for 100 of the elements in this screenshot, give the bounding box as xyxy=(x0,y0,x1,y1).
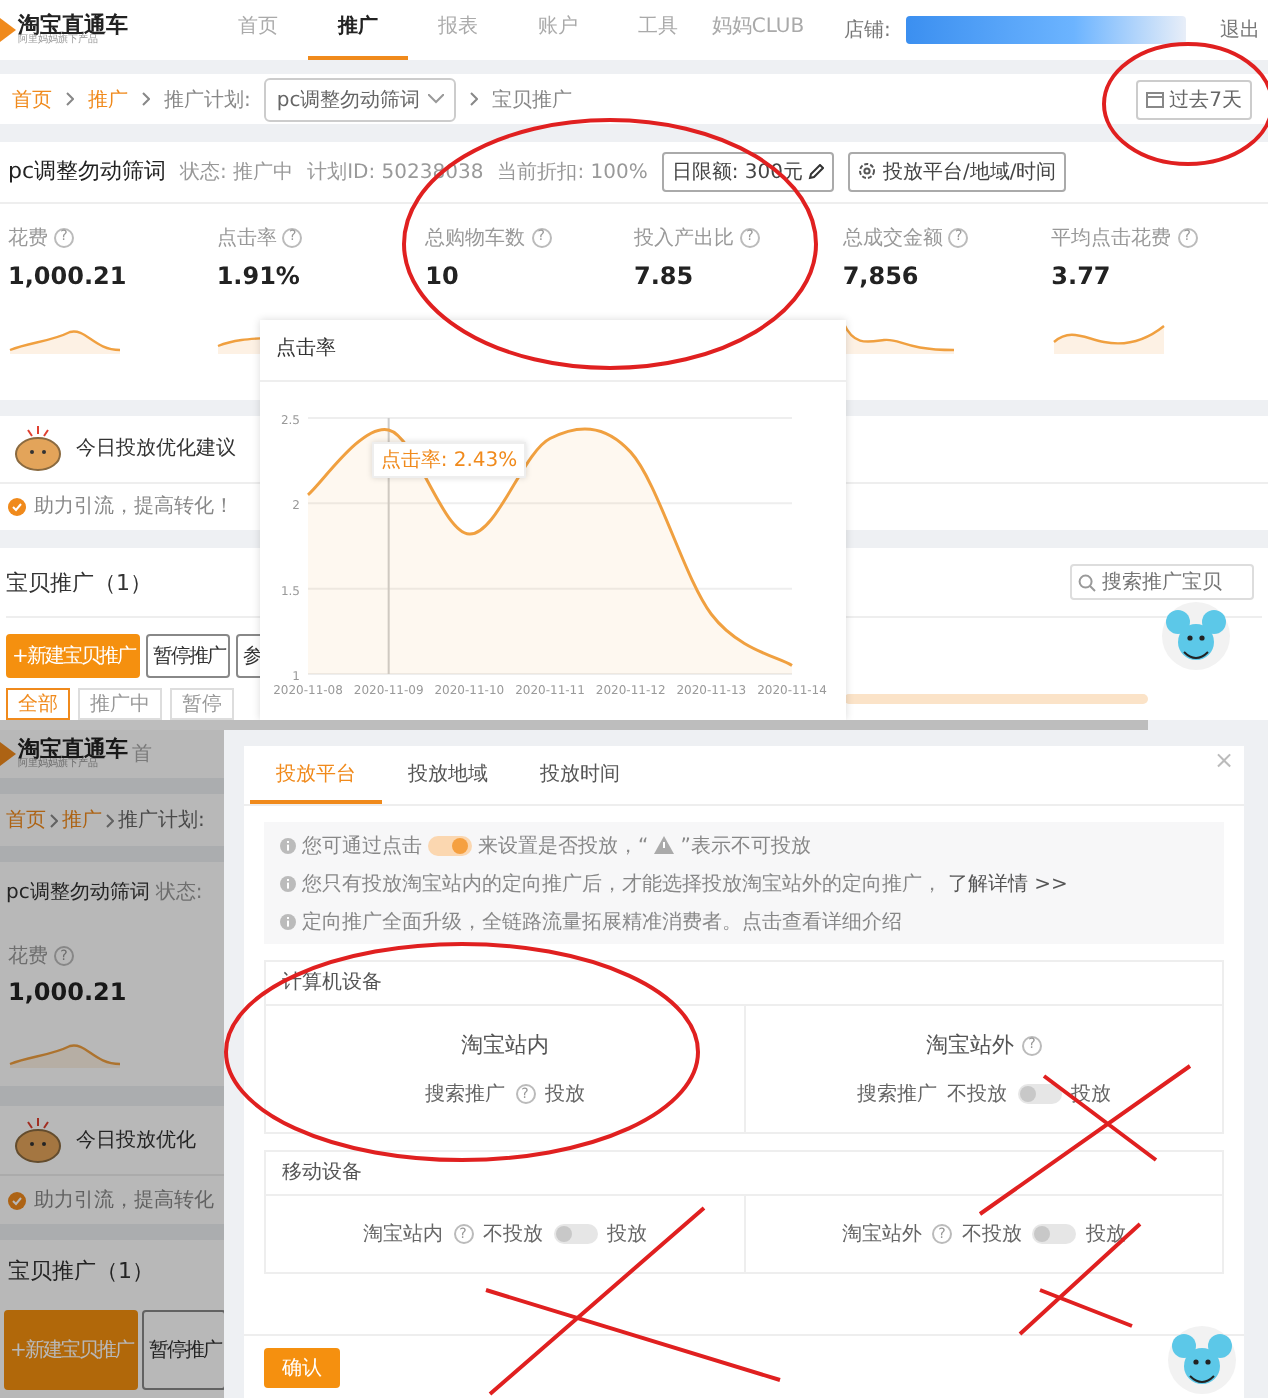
metric-label: 投入产出比 xyxy=(634,225,734,252)
mascot-icon xyxy=(12,422,64,475)
section-title: 宝贝推广（1） xyxy=(8,1258,154,1284)
metric-label: 花费 xyxy=(8,225,48,252)
filter-tab[interactable]: 推广中 xyxy=(78,688,162,720)
confirm-button[interactable]: 确认 xyxy=(264,1348,340,1388)
advice-text: 今日投放优化建议 xyxy=(76,435,236,463)
advice-text: 今日投放优化 xyxy=(76,1127,196,1154)
date-range-button[interactable]: 过去7天 xyxy=(1135,79,1252,120)
chevron-icon xyxy=(470,92,479,107)
account-label: 店铺: xyxy=(844,17,891,44)
chevron-icon xyxy=(66,92,74,107)
breadcrumb-label: 推广计划: xyxy=(164,87,251,114)
nav-tab[interactable]: 妈妈CLUB xyxy=(708,0,808,60)
sparkline-drawing xyxy=(1051,319,1166,356)
plan-info: 当前折扣: 100% xyxy=(497,159,648,186)
filter-tab[interactable]: 暂停 xyxy=(170,688,234,720)
toggle-switch[interactable] xyxy=(1032,1224,1076,1244)
toggle-switch[interactable] xyxy=(553,1224,597,1244)
on-label: 投放 xyxy=(607,1221,647,1248)
mouse-mascot-icon[interactable] xyxy=(1160,600,1232,672)
info-icon xyxy=(280,837,296,853)
breadcrumb-current: 宝贝推广 xyxy=(492,87,573,114)
option-label: 搜索推广 xyxy=(425,1081,505,1108)
off-label: 不投放 xyxy=(947,1081,1007,1108)
plan-title: pc调整勿动筛词 xyxy=(8,156,167,187)
option-label: 淘宝站内 xyxy=(363,1221,443,1248)
dialog-tab[interactable]: 投放地域 xyxy=(382,746,514,804)
chevron-icon xyxy=(142,92,150,107)
dialog-tab[interactable]: 投放平台 xyxy=(250,746,382,804)
notice-text: 助力引流，提高转化！ xyxy=(34,493,234,521)
metric-label: 总购物车数 xyxy=(425,225,526,252)
mouse-mascot-icon[interactable] xyxy=(1166,1324,1238,1396)
info-text: 您可通过点击 xyxy=(302,833,422,859)
action-button[interactable]: 暂停推广 xyxy=(146,634,231,678)
nav-tab[interactable]: 工具 xyxy=(608,0,708,60)
mascot-icon xyxy=(12,1114,64,1166)
chevron-icon xyxy=(50,813,58,827)
off-label: 不投放 xyxy=(962,1221,1022,1248)
plan-info: 状态: xyxy=(155,879,203,906)
caret-icon xyxy=(428,94,445,105)
metric-value: 3.77 xyxy=(1051,261,1113,290)
channel-title: 淘宝站内 xyxy=(461,1030,549,1060)
info-text: 您只有投放淘宝站内的定向推广后，才能选择投放淘宝站外的定向推广， xyxy=(302,871,942,897)
metric-label: 总成交金额 xyxy=(842,225,943,252)
chart-tooltip: 点击率: 2.43% xyxy=(372,441,526,478)
metric-value: 1,000.21 xyxy=(8,261,129,290)
toggle-switch[interactable] xyxy=(428,835,472,855)
info-text: 定向推广全面升级，全链路流量拓展精准消费者。点击查看详细介绍 xyxy=(302,909,902,935)
nav-tab[interactable]: 报表 xyxy=(408,0,508,60)
plan-title: pc调整勿动筛词 xyxy=(6,880,150,906)
scroll-bar[interactable] xyxy=(844,694,1148,704)
option-label: 淘宝站外 xyxy=(842,1221,922,1248)
gear-icon xyxy=(858,162,877,181)
logo-name[interactable]: 淘宝直通车 xyxy=(18,13,128,37)
metric-label: 点击率 xyxy=(216,225,277,252)
calendar-icon xyxy=(1145,90,1164,109)
plan-info: 状态: 推广中 xyxy=(180,159,294,186)
logo-name: 淘宝直通车 xyxy=(18,737,128,761)
notice-text: 助力引流，提高转化 xyxy=(34,1187,214,1214)
info-icon xyxy=(280,875,296,891)
dialog-tab[interactable]: 投放时间 xyxy=(514,746,646,804)
action-button[interactable]: +新建宝贝推广 xyxy=(6,634,141,678)
metric-value: 10 xyxy=(425,261,461,290)
option-label: 搜索推广 xyxy=(857,1081,937,1108)
logo-icon xyxy=(0,741,16,766)
metric-label: 平均点击花费 xyxy=(1051,225,1172,252)
close-button[interactable]: × xyxy=(1209,748,1238,772)
details-link[interactable]: 了解详情 >> xyxy=(948,869,1068,897)
action-button[interactable]: 暂停推广 xyxy=(142,1310,224,1390)
chart-title: 点击率 xyxy=(260,320,846,382)
settings-button[interactable]: 投放平台/地域/时间 xyxy=(848,151,1067,192)
logo-icon xyxy=(0,17,16,42)
breadcrumb-link[interactable]: 推广 xyxy=(88,85,128,114)
badge-icon xyxy=(8,1191,26,1209)
warning-icon xyxy=(654,836,675,854)
metric-label: 花费 xyxy=(8,943,48,970)
metric-value: 1,000.21 xyxy=(8,978,129,1006)
nav-tab[interactable]: 推广 xyxy=(308,0,408,60)
channel-title: 淘宝站外 xyxy=(926,1030,1014,1060)
search-icon xyxy=(1078,574,1096,592)
nav-tab[interactable]: 账户 xyxy=(508,0,608,60)
section-title: 移动设备 xyxy=(266,1152,1222,1196)
action-button[interactable]: +新建宝贝推广 xyxy=(4,1310,139,1390)
breadcrumb-link[interactable]: 首页 xyxy=(12,85,52,114)
info-icon xyxy=(280,913,296,929)
filter-tab[interactable]: 全部 xyxy=(6,688,70,720)
metric-value: 7,856 xyxy=(842,261,921,290)
search-field[interactable]: 搜索推广宝贝 xyxy=(1070,564,1254,600)
metric-value: 7.85 xyxy=(634,261,696,290)
option-value: 投放 xyxy=(545,1081,585,1108)
nav-tab[interactable]: 首页 xyxy=(208,0,308,60)
metric-value: 1.91% xyxy=(216,261,302,290)
badge-icon xyxy=(8,497,26,516)
logout-link[interactable]: 退出 xyxy=(1220,16,1260,44)
toggle-switch[interactable] xyxy=(1017,1084,1061,1104)
off-label: 不投放 xyxy=(483,1221,543,1248)
plan-select[interactable]: pc调整勿动筛词 xyxy=(264,77,457,122)
annotation-cross xyxy=(1018,1222,1142,1336)
chevron-icon xyxy=(106,813,114,827)
